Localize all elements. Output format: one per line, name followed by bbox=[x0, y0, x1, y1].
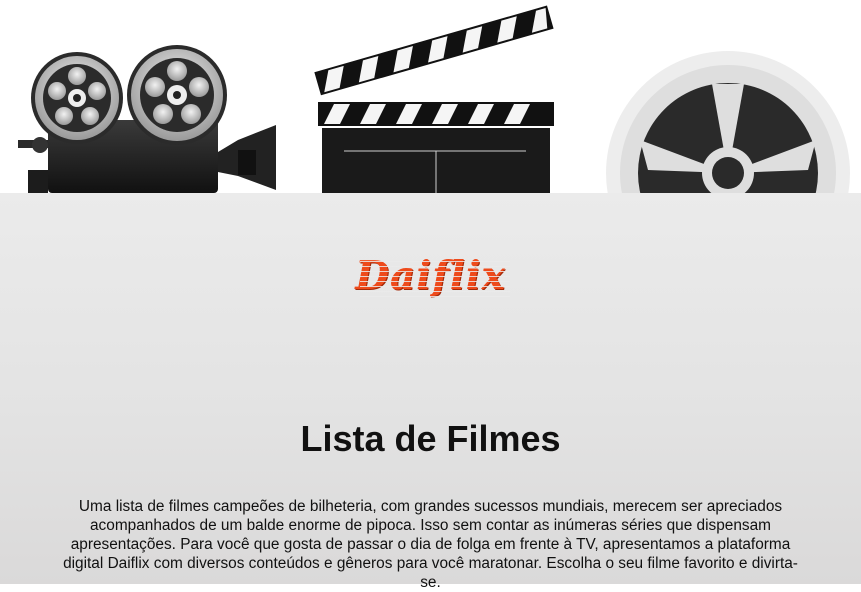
film-reel-icon bbox=[606, 51, 850, 193]
film-projector-icon bbox=[18, 45, 276, 193]
hero-banner bbox=[0, 0, 861, 193]
logo-text: Daiflix bbox=[355, 253, 506, 299]
hero-illustration bbox=[18, 5, 850, 193]
main-content: Daiflix Lista de Filmes Uma lista de fil… bbox=[0, 193, 861, 591]
brand-logo[interactable]: Daiflix bbox=[0, 257, 861, 301]
page-title: Lista de Filmes bbox=[300, 418, 561, 459]
page-description: Uma lista de filmes campeões de bilheter… bbox=[63, 498, 798, 591]
clapperboard-icon bbox=[314, 5, 554, 193]
